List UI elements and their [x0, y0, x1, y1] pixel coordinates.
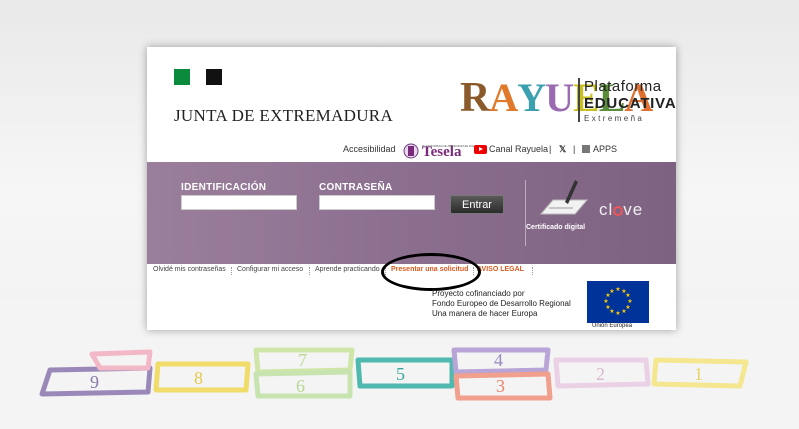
clave-ring-icon [613, 206, 624, 216]
svg-text:★: ★ [621, 308, 626, 315]
login-button[interactable]: Entrar [450, 195, 504, 214]
svg-text:★: ★ [603, 298, 608, 305]
separator-1: | [549, 144, 552, 154]
junta-title: JUNTA DE EXTREMADURA [174, 106, 394, 125]
hop-number-9: 9 [90, 372, 99, 392]
svg-text:★: ★ [627, 298, 632, 305]
svg-text:★: ★ [615, 286, 620, 293]
svg-text:★: ★ [615, 310, 620, 317]
logo-divider [578, 78, 580, 122]
clave-logo[interactable]: cl ve [599, 200, 643, 220]
brand-line3: Extremeña [584, 114, 645, 123]
hop-number-3: 3 [496, 376, 505, 396]
svg-text:★: ★ [625, 292, 630, 299]
funding-line1: Proyecto cofinanciado por [432, 289, 525, 298]
password-label: CONTRASEÑA [319, 182, 393, 193]
login-card: JUNTA DE EXTREMADURA RAYUELA Plataforma … [147, 47, 676, 330]
divider-5 [532, 267, 534, 275]
legal-notice-link[interactable]: AVISO LEGAL [477, 266, 524, 273]
tesela-icon[interactable] [403, 142, 419, 160]
youtube-icon[interactable] [474, 145, 487, 154]
top-links-bar: Accesibilidad Tesela PLATAFORMA DE APREN… [343, 142, 663, 162]
funding-line2: Fondo Europeo de Desarrollo Regional [432, 299, 571, 308]
hop-number-5: 5 [396, 364, 405, 384]
hop-number-1: 1 [694, 364, 703, 384]
rayuela-logo[interactable]: RAYUELA Plataforma EDUCATIVA Extremeña [460, 72, 676, 127]
eu-flag-icon: ★ ★★★ ★★★★ ★★★★ [587, 281, 649, 323]
band-divider [525, 180, 526, 246]
hop-number-6: 6 [296, 376, 305, 396]
digital-certificate-icon[interactable] [539, 176, 589, 218]
divider-1 [231, 267, 233, 275]
accessibility-link[interactable]: Accesibilidad [343, 144, 396, 154]
flag-green-square [174, 69, 190, 85]
svg-text:★: ★ [605, 304, 610, 311]
password-input[interactable] [319, 195, 435, 210]
user-label: IDENTIFICACIÓN [181, 182, 267, 193]
svg-text:★: ★ [609, 288, 614, 295]
hop-number-7: 7 [298, 350, 307, 370]
eu-label: Unión Europea [592, 323, 633, 329]
hop-number-8: 8 [194, 368, 203, 388]
clave-text-start: cl [599, 200, 614, 219]
hop-number-2: 2 [596, 364, 605, 384]
funding-line3: Una manera de hacer Europa [432, 309, 538, 318]
x-twitter-icon[interactable]: 𝕏 [559, 144, 566, 155]
hop-number-4: 4 [494, 350, 503, 370]
user-input[interactable] [181, 195, 297, 210]
tesela-subtitle: PLATAFORMA DE APRENDIZAJE DIGITAL [422, 144, 481, 148]
funding-text: Proyecto cofinanciado por Fondo Europeo … [432, 289, 571, 319]
divider-2 [309, 267, 311, 275]
apps-icon[interactable] [582, 145, 590, 153]
forgot-password-link[interactable]: Olvidé mis contraseñas [153, 266, 226, 273]
certificate-label[interactable]: Certificado digital [526, 224, 585, 231]
apps-link[interactable]: APPS [593, 144, 617, 154]
brand-line2: EDUCATIVA [584, 95, 677, 112]
login-band: IDENTIFICACIÓN CONTRASEÑA Entrar Certifi… [147, 162, 676, 264]
clave-text-end: ve [623, 200, 644, 219]
configure-access-link[interactable]: Configurar mi acceso [237, 266, 303, 273]
highlight-oval [381, 253, 481, 291]
hopscotch-illustration: 9 8 7 6 5 4 3 2 1 [39, 347, 749, 401]
canal-rayuela-link[interactable]: Canal Rayuela [489, 144, 548, 154]
separator-2: | [573, 144, 576, 154]
learn-practicing-link[interactable]: Aprende practicando [315, 266, 380, 273]
brand-line1: Plataforma [584, 78, 662, 95]
flag-black-square [206, 69, 222, 85]
